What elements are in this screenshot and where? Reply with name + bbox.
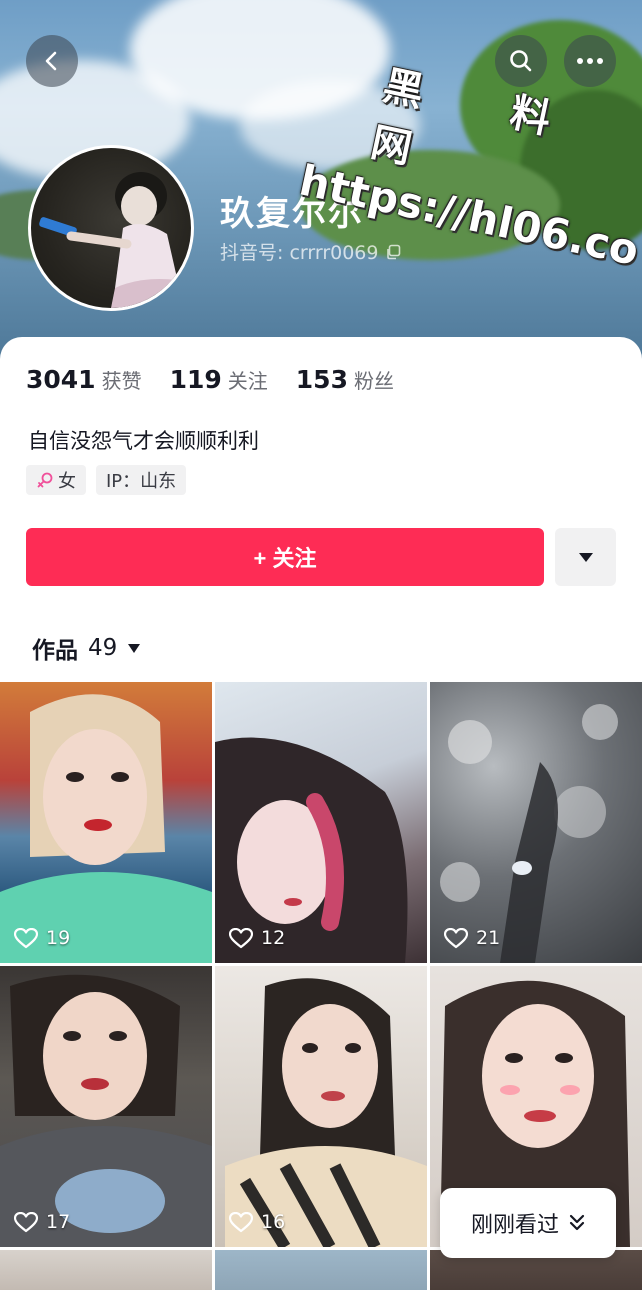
stat-likes[interactable]: 3041 获赞: [26, 365, 142, 394]
avatar-photo: [39, 172, 181, 308]
works-count: 49: [88, 635, 118, 661]
video-thumbnail-image: [215, 737, 408, 963]
stat-number: 3041: [26, 365, 96, 394]
video-likes: 17: [14, 1211, 70, 1233]
ip-tag-label: IP：山东: [106, 471, 177, 492]
video-thumbnail[interactable]: 19: [0, 682, 212, 963]
stat-followers[interactable]: 153 粉丝: [296, 365, 394, 394]
follow-button-label: + 关注: [253, 546, 317, 571]
female-symbol-icon: [37, 472, 53, 488]
triangle-down-icon: [578, 553, 593, 562]
gender-tag-label: 女: [58, 471, 76, 492]
stats-row: 3041 获赞 119 关注 153 粉丝: [26, 365, 422, 394]
back-arrow-icon: [45, 51, 57, 71]
video-likes: 21: [444, 927, 500, 949]
video-thumbnail-image: [0, 974, 212, 1247]
stat-following[interactable]: 119 关注: [170, 365, 268, 394]
profile-banner: 玖复尔尔 抖音号: crrrr0069 黑 料 网 https://hl06.c…: [0, 0, 642, 360]
video-likes-count: 16: [261, 1211, 286, 1233]
video-thumbnail[interactable]: 16: [215, 966, 427, 1247]
douyin-id-text: 抖音号: crrrr0069: [220, 242, 379, 264]
search-button[interactable]: [495, 35, 547, 87]
more-button[interactable]: [564, 35, 616, 87]
video-thumbnail[interactable]: [0, 1250, 212, 1290]
video-thumbnail-image: [0, 694, 212, 963]
follow-button[interactable]: + 关注: [26, 528, 544, 586]
avatar[interactable]: [28, 145, 194, 311]
profile-bio: 自信没怨气才会顺顺利利: [28, 429, 259, 453]
video-likes: 19: [14, 927, 70, 949]
recently-viewed-label: 刚刚看过: [470, 1213, 559, 1238]
video-thumbnail[interactable]: [215, 1250, 427, 1290]
profile-tags: 女 IP：山东: [26, 465, 187, 495]
stat-number: 119: [169, 365, 222, 394]
heart-icon: [14, 1211, 38, 1232]
video-thumbnail[interactable]: 12: [215, 682, 427, 963]
douyin-id-row[interactable]: 抖音号: crrrr0069: [220, 238, 401, 265]
stat-label: 粉丝: [353, 369, 394, 393]
video-thumbnail-image: [440, 704, 618, 963]
recently-viewed-button[interactable]: 刚刚看过: [440, 1188, 616, 1258]
heart-icon: [229, 1211, 253, 1232]
more-dots-icon: [577, 58, 603, 64]
video-thumbnail[interactable]: 17: [0, 966, 212, 1247]
copy-icon[interactable]: [385, 244, 401, 260]
profile-card: 3041 获赞 119 关注 153 粉丝 自信没怨气才会顺顺利利 女 IP：山…: [0, 337, 642, 1290]
video-likes-count: 19: [46, 927, 71, 949]
heart-icon: [14, 927, 38, 948]
video-likes: 16: [229, 1211, 285, 1233]
video-thumbnail[interactable]: 21: [430, 682, 642, 963]
heart-icon: [444, 927, 468, 948]
profile-nickname: 玖复尔尔: [220, 194, 364, 234]
tab-works[interactable]: 作品 49: [32, 631, 141, 665]
search-icon: [510, 50, 532, 72]
video-thumbnail-image: [225, 978, 427, 1247]
double-chevron-down-icon: [569, 1214, 585, 1231]
more-options-button[interactable]: [555, 528, 616, 586]
gender-tag: 女: [26, 465, 86, 495]
video-likes-count: 21: [476, 927, 501, 949]
stat-label: 关注: [227, 369, 268, 393]
video-likes-count: 17: [46, 1211, 71, 1233]
video-likes: 12: [229, 927, 285, 949]
stat-number: 153: [295, 365, 348, 394]
back-button[interactable]: [26, 35, 78, 87]
stat-label: 获赞: [101, 369, 142, 393]
ip-tag: IP：山东: [96, 465, 187, 495]
video-likes-count: 12: [261, 927, 286, 949]
works-tab-label: 作品: [32, 638, 78, 664]
triangle-down-icon: [128, 643, 141, 653]
heart-icon: [229, 927, 253, 948]
